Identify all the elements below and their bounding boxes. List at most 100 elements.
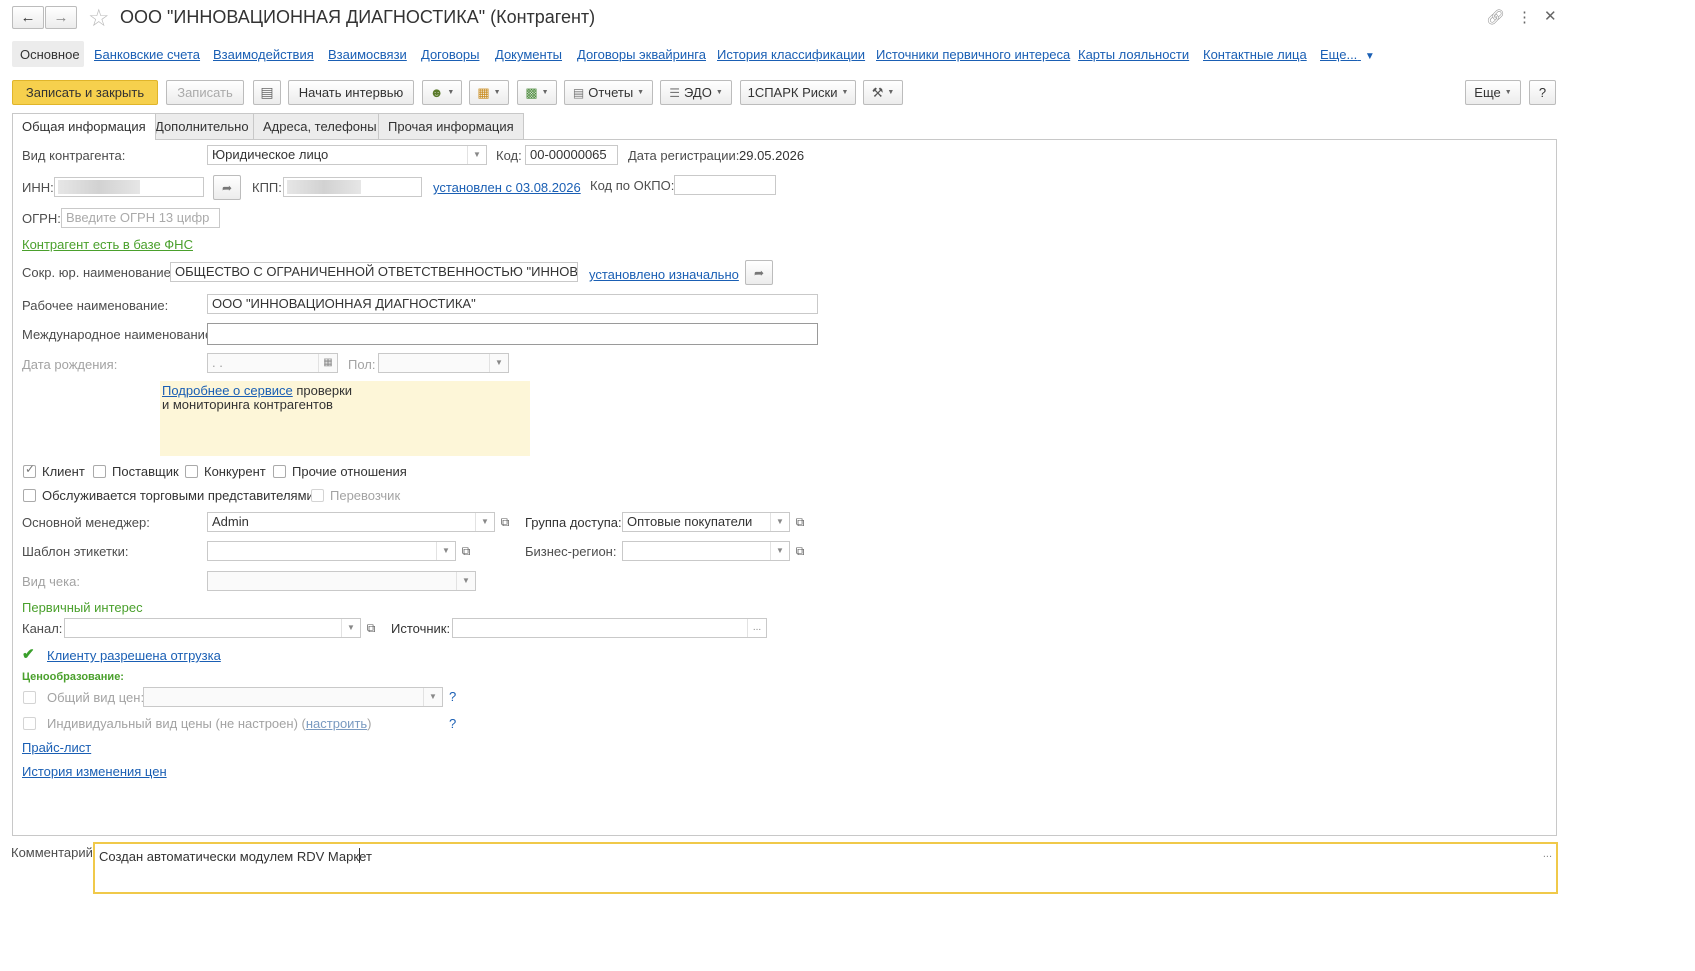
print-menu-button[interactable]: ▩ ▼ [517, 80, 557, 105]
birth-date-field[interactable]: . . ▦ [207, 353, 338, 373]
nav-item-contacts[interactable]: Контактные лица [1203, 47, 1307, 62]
dropdown-arrow-icon[interactable]: ▼ [489, 354, 508, 372]
client-checkbox[interactable] [23, 462, 36, 478]
short-name-origin-link[interactable]: установлено изначально [589, 267, 739, 282]
kpp-history-link[interactable]: установлен с 03.08.2026 [433, 180, 581, 195]
nav-item-more[interactable]: Еще... ▼ [1320, 47, 1375, 62]
help-button[interactable]: ? [1529, 80, 1556, 105]
common-price-checkbox[interactable] [23, 691, 36, 704]
open-icon[interactable]: ⧉ [791, 541, 809, 561]
tools-button[interactable]: ⚒ ▼ [863, 80, 903, 105]
users-menu-button[interactable]: ☻ ▼ [422, 80, 462, 105]
edo-button[interactable]: ☰ ЭДО ▼ [660, 80, 732, 105]
other-relations-checkbox[interactable] [273, 465, 286, 478]
nav-item-interactions[interactable]: Взаимодействия [213, 47, 314, 62]
nav-item-bank-accounts[interactable]: Банковские счета [94, 47, 200, 62]
work-name-field[interactable]: ООО "ИННОВАЦИОННАЯ ДИАГНОСТИКА" [207, 294, 818, 314]
source-field[interactable]: ... [452, 618, 767, 638]
shipment-allowed-link[interactable]: Клиенту разрешена отгрузка [47, 648, 221, 663]
back-button[interactable]: ← [12, 6, 44, 29]
configure-link[interactable]: настроить [306, 716, 367, 731]
dropdown-arrow-icon[interactable]: ▼ [456, 572, 475, 590]
okpo-field[interactable] [674, 175, 776, 195]
access-group-select[interactable]: Оптовые покупатели ▼ [622, 512, 790, 532]
biz-region-select[interactable]: ▼ [622, 541, 790, 561]
start-interview-button[interactable]: Начать интервью [288, 80, 414, 105]
inn-field[interactable] [54, 177, 204, 197]
create-on-base-icon: ▦ [477, 84, 490, 100]
nav-item-classification-history[interactable]: История классификации [717, 47, 865, 62]
common-price-select[interactable]: ▼ [143, 687, 443, 707]
tab-additional[interactable]: Дополнительно [145, 113, 259, 139]
service-info-link[interactable]: Подробнее о сервисе [162, 383, 293, 398]
competitor-checkbox[interactable] [185, 465, 198, 478]
tab-general[interactable]: Общая информация [12, 113, 156, 140]
nav-item-interest-sources[interactable]: Источники первичного интереса [876, 47, 1070, 62]
gender-select[interactable]: ▼ [378, 353, 509, 373]
help-question-icon[interactable]: ? [449, 689, 456, 704]
open-icon[interactable]: ⧉ [496, 512, 514, 532]
inn-label: ИНН: [22, 180, 54, 195]
price-list-link[interactable]: Прайс-лист [22, 740, 91, 755]
save-button[interactable]: Записать [166, 80, 244, 105]
nav-item-loyalty-cards[interactable]: Карты лояльности [1078, 47, 1189, 62]
nav-item-contracts[interactable]: Договоры [421, 47, 479, 62]
intl-name-label: Международное наименование: [22, 327, 216, 342]
tab-addresses[interactable]: Адреса, телефоны [253, 113, 387, 139]
trade-reps-checkbox[interactable] [23, 489, 36, 502]
link-icon[interactable]: 🔗︎ [1486, 8, 1505, 26]
dropdown-arrow-icon[interactable]: ▼ [770, 513, 789, 531]
receipt-kind-select[interactable]: ▼ [207, 571, 476, 591]
ellipsis-icon[interactable]: ... [1543, 848, 1552, 860]
text-cursor [359, 848, 360, 863]
more-vertical-icon[interactable]: ⋮ [1517, 8, 1532, 26]
nav-item-documents[interactable]: Документы [495, 47, 562, 62]
dropdown-arrow-icon[interactable]: ▼ [423, 688, 442, 706]
dropdown-arrow-icon[interactable]: ▼ [770, 542, 789, 560]
receipt-kind-label: Вид чека: [22, 574, 80, 589]
tab-other-info[interactable]: Прочая информация [378, 113, 524, 139]
create-based-button[interactable]: ▦ ▼ [469, 80, 509, 105]
close-icon[interactable]: ✕ [1544, 7, 1557, 25]
carrier-checkbox[interactable] [311, 489, 324, 502]
indiv-price-checkbox[interactable] [23, 717, 36, 730]
ogrn-field[interactable]: Введите ОГРН 13 цифр [61, 208, 220, 228]
kind-select[interactable]: Юридическое лицо ▼ [207, 145, 487, 165]
manager-select[interactable]: Admin ▼ [207, 512, 495, 532]
comment-field[interactable]: Создан автоматически модулем RDV Маркет … [93, 842, 1558, 894]
channel-select[interactable]: ▼ [64, 618, 361, 638]
open-icon[interactable]: ⧉ [362, 618, 380, 638]
nav-item-relations[interactable]: Взаимосвязи [328, 47, 407, 62]
ellipsis-icon[interactable]: ... [747, 619, 766, 637]
dropdown-arrow-icon[interactable]: ▼ [467, 146, 486, 164]
supplier-checkbox[interactable] [93, 465, 106, 478]
kpp-field[interactable] [283, 177, 422, 197]
dropdown-arrow-icon[interactable]: ▼ [341, 619, 360, 637]
save-and-close-button[interactable]: Записать и закрыть [12, 80, 158, 105]
reports-button[interactable]: ▤ Отчеты ▼ [564, 80, 653, 105]
triangle-down-icon: ▼ [1364, 51, 1375, 62]
price-history-link[interactable]: История изменения цен [22, 764, 167, 779]
star-icon[interactable]: ☆ [88, 4, 110, 33]
structure-button[interactable]: ▤ [253, 80, 281, 105]
chevron-down-icon: ▼ [493, 89, 501, 96]
label-template-select[interactable]: ▼ [207, 541, 456, 561]
short-name-field[interactable]: ОБЩЕСТВО С ОГРАНИЧЕННОЙ ОТВЕТСТВЕННОСТЬЮ… [170, 262, 578, 282]
fns-link[interactable]: Контрагент есть в базе ФНС [22, 237, 193, 252]
forward-button[interactable]: → [45, 6, 77, 29]
open-icon[interactable]: ⧉ [457, 541, 475, 561]
open-icon[interactable]: ⧉ [791, 512, 809, 532]
dropdown-arrow-icon[interactable]: ▼ [475, 513, 494, 531]
chevron-down-icon: ▼ [715, 89, 723, 96]
nav-item-main[interactable]: Основное [12, 41, 84, 67]
short-name-fill-button[interactable]: ➦ [745, 260, 773, 285]
dropdown-arrow-icon[interactable]: ▼ [436, 542, 455, 560]
spark-risks-button[interactable]: 1СПАРК Риски ▼ [740, 80, 856, 105]
intl-name-field[interactable] [207, 323, 818, 345]
help-question-icon[interactable]: ? [449, 716, 456, 731]
more-actions-button[interactable]: Еще ▼ [1465, 80, 1521, 105]
inn-fill-button[interactable]: ➦ [213, 175, 241, 200]
code-field[interactable]: 00-00000065 [525, 145, 618, 165]
calendar-icon[interactable]: ▦ [318, 354, 337, 372]
nav-item-acquiring[interactable]: Договоры эквайринга [577, 47, 706, 62]
